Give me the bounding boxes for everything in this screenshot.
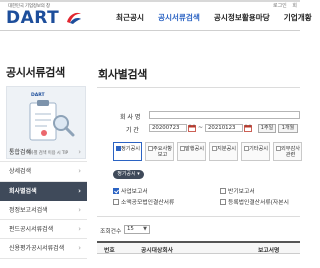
- login-link[interactable]: 로그인: [273, 3, 287, 9]
- dart-logo[interactable]: 대한민국 기업정보의 창 DART: [6, 3, 81, 31]
- sidebar-item-company-search[interactable]: 회사별검색 ›: [0, 181, 87, 201]
- sidebar-item-fund-search[interactable]: 펀드공시서류검색 ›: [0, 220, 87, 240]
- banner-logo: DART: [31, 93, 45, 98]
- chevron-right-icon: ›: [78, 186, 81, 195]
- nav-recent-disclosure[interactable]: 최근공시: [116, 12, 144, 23]
- company-name-label: 회 사 명: [120, 114, 141, 121]
- sidebar-item-integrated-search[interactable]: 통합검색 ›: [0, 143, 87, 163]
- sidebar-item-correction-search[interactable]: 정정보고서검색 ›: [0, 201, 87, 221]
- checkbox[interactable]: [220, 188, 226, 194]
- subsection-label: 정기공시: [117, 171, 136, 177]
- option-label: 등록법인결산서류(자본시: [228, 200, 289, 206]
- checkbox: [212, 146, 217, 151]
- calendar-icon[interactable]: [188, 124, 196, 132]
- type-external-audit[interactable]: 외부감사관련: [273, 142, 302, 161]
- logo-text: DART: [6, 8, 60, 28]
- header-divider: [0, 30, 300, 31]
- column-header-report: 보고서명: [258, 248, 280, 254]
- option-small-public-settlement[interactable]: 소액공모법인결산서류: [113, 197, 174, 206]
- subsection-badge: 정기공시 ▾: [113, 170, 144, 179]
- result-count-value: 15: [127, 226, 134, 232]
- chevron-right-icon: ›: [78, 148, 81, 156]
- nav-data-utilization[interactable]: 공시정보활용마당: [214, 12, 270, 23]
- option-label: 반기보고서: [228, 189, 255, 195]
- sidebar-item-label: 상세검색: [9, 168, 32, 176]
- global-nav: 최근공시 공시서류검색 공시정보활용마당 기업개황: [116, 12, 320, 23]
- utility-links: 로그인 회: [269, 2, 297, 9]
- top-bar: [0, 0, 300, 2]
- option-label: 사업보고서: [121, 189, 148, 195]
- chevron-right-icon: ›: [78, 225, 81, 234]
- disclosure-type-grid: 정기공시 주요사항보고 발행공시 지분공시 기타공시 외부감사관련: [113, 142, 302, 161]
- column-header-company: 공시대상회사: [141, 248, 173, 254]
- result-count-select[interactable]: 15 ▼: [124, 225, 150, 234]
- checkbox[interactable]: [113, 199, 119, 205]
- results-divider: [97, 216, 300, 217]
- option-label: 소액공모법인결산서류: [121, 200, 175, 206]
- start-date-input[interactable]: 20200723: [149, 124, 187, 132]
- type-other[interactable]: 기타공시: [241, 142, 270, 161]
- sidebar-item-label: 회사별검색: [9, 187, 37, 195]
- checkbox[interactable]: [220, 199, 226, 205]
- magnifier-icon: [53, 115, 75, 137]
- sidebar-item-detail-search[interactable]: 상세검색 ›: [0, 162, 87, 182]
- checkbox: [148, 146, 153, 151]
- type-major-matters[interactable]: 주요사항보고: [145, 142, 174, 161]
- option-business-report[interactable]: 사업보고서: [113, 186, 148, 195]
- sidebar-item-label: 펀드공시서류검색: [9, 226, 54, 234]
- sidebar-title: 공시서류검색: [6, 66, 65, 79]
- sidebar-item-label: 통합검색: [9, 149, 32, 156]
- sidebar-item-label: 신용평가공시서류검색: [9, 245, 65, 253]
- checkbox: [180, 146, 185, 151]
- checkbox: [276, 146, 281, 151]
- chevron-down-icon: ▼: [143, 226, 147, 232]
- calendar-icon[interactable]: [244, 124, 252, 132]
- date-range-separator: ~: [198, 124, 204, 131]
- chevron-right-icon: ›: [78, 205, 81, 214]
- results-table-header: 번호 공시대상회사 보고서명: [97, 241, 300, 254]
- title-divider: [97, 87, 300, 88]
- result-count-label: 조회건수: [100, 229, 122, 235]
- checkbox: [116, 146, 121, 151]
- sidebar-menu: 통합검색 › 상세검색 › 회사별검색 › 정정보고서검색 › 펀드공시서류검색…: [0, 143, 87, 259]
- nav-company-overview[interactable]: 기업개황: [284, 12, 312, 23]
- type-periodic[interactable]: 정기공시: [113, 142, 142, 161]
- checkbox: [244, 146, 249, 151]
- period-1month-button[interactable]: 1개월: [278, 124, 298, 133]
- column-header-number: 번호: [104, 248, 115, 254]
- option-semiannual-report[interactable]: 반기보고서: [220, 186, 255, 195]
- chevron-right-icon: ›: [78, 167, 81, 176]
- signup-link[interactable]: 회: [292, 3, 297, 9]
- period-1week-button[interactable]: 1주일: [258, 124, 276, 133]
- period-label: 기 간: [126, 127, 139, 134]
- nav-disclosure-search[interactable]: 공시서류검색: [158, 12, 200, 23]
- logo-swoosh-icon: [67, 12, 81, 24]
- sidebar-item-credit-rating-search[interactable]: 신용평가공시서류검색 ›: [0, 239, 87, 259]
- company-name-input[interactable]: [149, 111, 300, 119]
- checkbox-checked[interactable]: [113, 188, 119, 194]
- type-equity[interactable]: 지분공시: [209, 142, 238, 161]
- end-date-input[interactable]: 20210123: [205, 124, 243, 132]
- option-registered-settlement[interactable]: 등록법인결산서류(자본시: [220, 197, 289, 206]
- page-title: 회사별검색: [98, 68, 148, 81]
- sidebar-item-label: 정정보고서검색: [9, 206, 48, 214]
- chevron-right-icon: ›: [78, 244, 81, 253]
- type-issuance[interactable]: 발행공시: [177, 142, 206, 161]
